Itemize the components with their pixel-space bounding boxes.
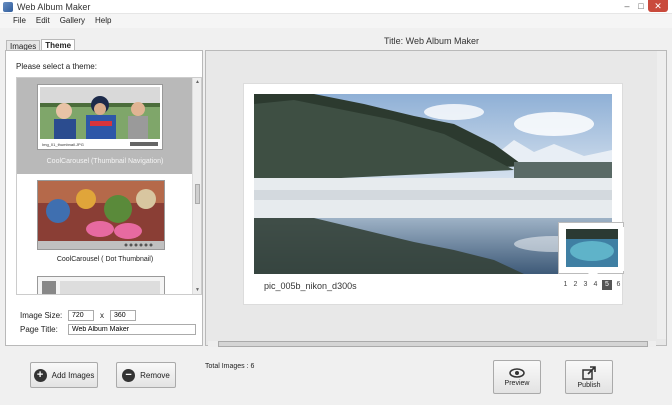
carousel-pager: 1 2 3 4 5 6 [562,280,622,290]
page-1[interactable]: 1 [562,280,569,290]
theme-item-thumbnail-navigation[interactable]: Img_01_thumbnail.JPG CoolCarousel (Thumb… [17,78,193,174]
theme-prompt: Please select a theme: [16,62,97,71]
publish-button[interactable]: Publish [565,360,613,394]
image-width-input[interactable] [68,310,94,321]
preview-button[interactable]: Preview [493,360,541,394]
eye-icon [509,367,525,378]
preview-title: Title: Web Album Maker [384,36,480,46]
add-images-label: Add Images [51,370,95,380]
add-images-button[interactable]: + Add Images [30,362,98,388]
carousel-preview: pic_005b_nikon_d300s 1 2 3 4 5 6 [243,83,624,305]
scroll-thumb[interactable] [195,184,200,204]
publish-icon [582,365,596,380]
size-separator: x [100,311,104,320]
theme-thumbnail [37,276,165,294]
page-title-label: Page Title: [20,325,58,334]
publish-label: Publish [577,381,601,389]
minus-icon: − [122,368,136,382]
thumb-caption: Img_01_thumbnail.JPG [42,142,84,147]
minimize-icon[interactable]: – [620,0,634,12]
page-2[interactable]: 2 [572,280,579,290]
window-title: Web Album Maker [17,2,91,12]
theme-list-scrollbar[interactable]: ▲ ▼ [192,78,201,294]
theme-panel: Please select a theme: Img_01_thumbnail.… [5,50,203,346]
theme-name: CoolCarousel ( Dot Thumbnail) [56,256,154,263]
theme-list: Img_01_thumbnail.JPG CoolCarousel (Thumb… [16,77,202,295]
title-bar: Web Album Maker – □ ✕ [0,0,672,14]
plus-icon: + [33,368,47,382]
page-5[interactable]: 5 [602,280,612,290]
page-4[interactable]: 4 [592,280,599,290]
preview-horizontal-scrollbar[interactable] [208,341,656,347]
image-size-label: Image Size: [20,311,63,320]
theme-item-dot-thumbnail[interactable]: CoolCarousel ( Dot Thumbnail) [17,176,193,270]
baseball-photo [40,87,160,147]
theme-thumbnail [37,180,165,250]
total-images: Total Images : 6 [205,363,255,370]
maximize-icon[interactable]: □ [634,0,648,12]
page-title-input[interactable] [68,324,196,335]
theme-name: CoolCarousel (Thumbnail Navigation) [46,158,164,165]
theme-photo [38,277,164,294]
menu-gallery[interactable]: Gallery [55,14,90,28]
menu-bar: File Edit Gallery Help [0,14,672,28]
lake-thumbnail [560,227,624,271]
sunglasses-photo [38,181,164,249]
remove-button[interactable]: − Remove [116,362,176,388]
preview-panel: pic_005b_nikon_d300s 1 2 3 4 5 6 [205,50,667,347]
app-icon [3,2,13,12]
theme-thumbnail: Img_01_thumbnail.JPG [37,84,163,150]
remove-label: Remove [140,370,170,380]
theme-item-3[interactable] [17,274,193,294]
menu-edit[interactable]: Edit [31,14,55,28]
thumbnail-caret [588,273,598,279]
close-icon[interactable]: ✕ [648,0,668,12]
page-6[interactable]: 6 [615,280,622,290]
preview-vertical-scrollbar[interactable] [657,51,666,339]
menu-help[interactable]: Help [90,14,116,28]
page-hover-thumbnail [558,222,624,279]
scroll-down-icon[interactable]: ▼ [194,287,201,293]
scroll-up-icon[interactable]: ▲ [194,79,201,85]
preview-label: Preview [504,379,530,387]
page-3[interactable]: 3 [582,280,589,290]
image-caption: pic_005b_nikon_d300s [264,281,357,291]
image-height-input[interactable] [110,310,136,321]
window-controls: – □ ✕ [620,0,668,12]
hscroll-thumb[interactable] [218,341,648,347]
menu-file[interactable]: File [8,14,31,28]
